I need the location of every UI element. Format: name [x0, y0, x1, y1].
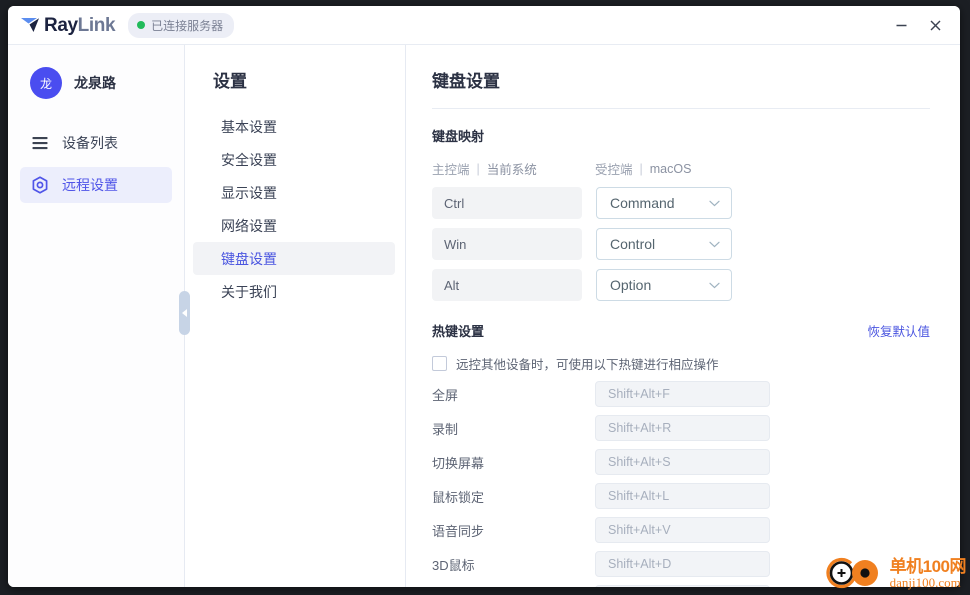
mapping-target-select-win[interactable]: Control [596, 228, 732, 260]
app-logo: RayLink [20, 14, 116, 36]
remote-column-header: 受控端 | macOS [595, 159, 691, 178]
hotkey-row-fullscreen: 全屏 Shift+Alt+F [432, 381, 930, 407]
sidebar-item-label: 远程设置 [62, 177, 118, 193]
minimize-icon [896, 24, 906, 26]
avatar: 龙 [30, 67, 62, 99]
hotkey-value-input[interactable]: Shift+Alt+S [595, 449, 770, 475]
close-button[interactable] [918, 10, 952, 40]
hotkey-enable-label: 远控其他设备时，可使用以下热键进行相应操作 [456, 358, 719, 372]
restore-defaults-link[interactable]: 恢复默认值 [867, 321, 930, 340]
status-dot-icon [137, 21, 146, 29]
hotkey-label: 3D鼠标 [432, 557, 475, 573]
watermark-line-2: danji100.com [889, 574, 961, 590]
mapping-row: Ctrl Command [432, 187, 930, 219]
watermark-logo-icon [826, 557, 878, 589]
minimize-button[interactable] [884, 10, 918, 40]
raylink-logo-icon [21, 18, 39, 32]
local-column-header: 主控端 | 当前系统 [432, 159, 595, 178]
watermark-line-1: 单机100网 [889, 556, 967, 576]
profile-name: 龙泉路 [74, 75, 116, 91]
hotkey-enable-checkbox[interactable] [432, 356, 447, 371]
mapping-source-win: Win [432, 228, 582, 260]
sidebar-nav: 设备列表 远程设置 [8, 125, 184, 203]
logo-text-ray: Ray [44, 14, 78, 36]
header-separator: | [476, 161, 480, 176]
keyboard-mapping-title: 键盘映射 [432, 129, 485, 144]
remote-value: macOS [649, 161, 692, 176]
hotkey-label: 鼠标锁定 [432, 489, 485, 505]
hotkey-value-input[interactable]: Shift+Alt+F [595, 381, 770, 407]
mapping-row: Alt Option [432, 269, 930, 301]
hotkey-row-audio-sync: 语音同步 Shift+Alt+V [432, 517, 930, 543]
remote-label: 受控端 [595, 163, 633, 177]
user-profile[interactable]: 龙 龙泉路 [8, 45, 184, 99]
hotkey-value-input[interactable]: Shift+Alt+L [595, 483, 770, 509]
left-sidebar: 龙 龙泉路 设备列表 远程设置 [8, 45, 190, 587]
connection-status-badge: 已连接服务器 [128, 12, 235, 38]
chevron-down-icon [709, 200, 720, 206]
hotkey-row-mouse-lock: 鼠标锁定 Shift+Alt+L [432, 483, 930, 509]
list-icon [32, 137, 48, 150]
mapping-column-headers: 主控端 | 当前系统 受控端 | macOS [432, 159, 930, 178]
hotkey-value-input[interactable]: Shift+Alt+R [595, 415, 770, 441]
settings-panel-title: 设置 [213, 72, 247, 91]
sidebar-item-remote-settings[interactable]: 远程设置 [20, 167, 172, 203]
settings-item-keyboard[interactable]: 键盘设置 [193, 242, 395, 275]
mapping-target-value: Option [610, 277, 652, 293]
sidebar-item-device-list[interactable]: 设备列表 [20, 125, 172, 161]
app-window: RayLink 已连接服务器 龙 龙泉路 设备列表 远程设置 设置 基本设置 安… [8, 6, 960, 587]
logo-text-link: Link [77, 14, 116, 36]
sidebar-item-label: 设备列表 [62, 135, 118, 151]
mapping-source-alt: Alt [432, 269, 582, 301]
settings-item-about[interactable]: 关于我们 [193, 275, 395, 308]
hotkey-enable-row[interactable]: 远控其他设备时，可使用以下热键进行相应操作 [432, 354, 930, 373]
hotkey-label: 录制 [432, 421, 459, 437]
local-value: 当前系统 [486, 163, 537, 177]
hotkey-label: 切换屏幕 [432, 455, 485, 471]
hotkey-section-header: 热键设置 恢复默认值 [432, 321, 930, 340]
mapping-target-select-alt[interactable]: Option [596, 269, 732, 301]
hotkey-value-input[interactable]: Shift+Alt+D [595, 551, 770, 577]
chevron-left-icon [182, 309, 187, 317]
settings-item-network[interactable]: 网络设置 [193, 209, 395, 242]
mapping-source-ctrl: Ctrl [432, 187, 582, 219]
mapping-target-select-ctrl[interactable]: Command [596, 187, 732, 219]
hotkey-value-input[interactable]: Shift+Alt+V [595, 517, 770, 543]
mapping-target-value: Control [610, 236, 656, 252]
settings-menu-panel: 设置 基本设置 安全设置 显示设置 网络设置 键盘设置 关于我们 [185, 45, 406, 587]
window-body: 龙 龙泉路 设备列表 远程设置 设置 基本设置 安全设置 显示设置 网络设置 键… [8, 45, 960, 587]
mapping-row: Win Control [432, 228, 930, 260]
connection-status-text: 已连接服务器 [151, 18, 224, 33]
site-watermark: 单机100网 danji100.com [825, 553, 967, 593]
hotkey-label: 语音同步 [432, 523, 485, 539]
hotkey-value-input[interactable]: Shift+Alt+B [595, 585, 770, 587]
mapping-target-value: Command [610, 195, 675, 211]
hotkey-row-switch-screen: 切换屏幕 Shift+Alt+S [432, 449, 930, 475]
screenshot-root: RayLink 已连接服务器 龙 龙泉路 设备列表 远程设置 设置 基本设置 安… [0, 0, 970, 595]
local-label: 主控端 [432, 163, 470, 177]
page-title: 键盘设置 [432, 67, 930, 109]
chevron-down-icon [709, 282, 720, 288]
settings-item-display[interactable]: 显示设置 [193, 176, 395, 209]
window-controls [884, 6, 952, 44]
hotkey-label: 全屏 [432, 387, 459, 403]
main-content: 键盘设置 键盘映射 主控端 | 当前系统 受控端 | macOS Ctrl Co… [406, 45, 960, 587]
title-bar: RayLink 已连接服务器 [8, 6, 960, 45]
header-separator: | [639, 161, 643, 176]
hotkey-settings-title: 热键设置 [432, 324, 485, 339]
hotkey-row-record: 录制 Shift+Alt+R [432, 415, 930, 441]
sidebar-collapse-handle[interactable] [179, 291, 190, 335]
gear-icon [32, 176, 48, 194]
settings-item-security[interactable]: 安全设置 [193, 143, 395, 176]
chevron-down-icon [709, 241, 720, 247]
settings-item-basic[interactable]: 基本设置 [193, 110, 395, 143]
close-icon [930, 20, 940, 30]
